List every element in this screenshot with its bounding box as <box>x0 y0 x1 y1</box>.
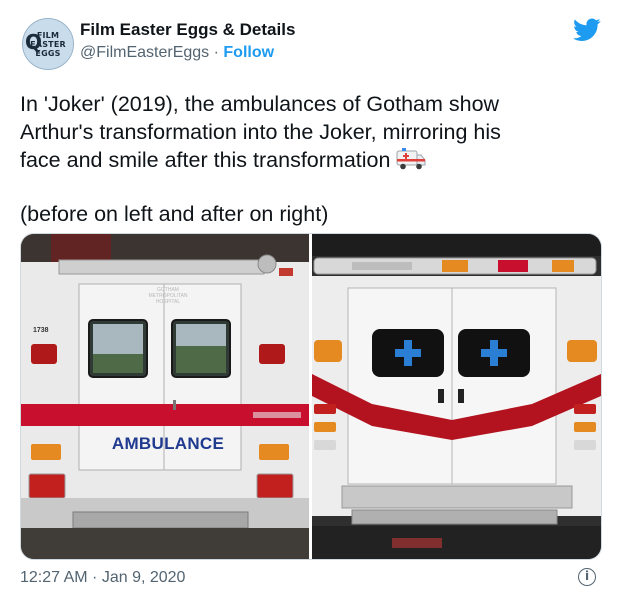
before-ambulance-photo[interactable] <box>21 234 309 559</box>
follow-button[interactable]: Follow <box>223 44 274 61</box>
media-grid: 1738 GOTHAM METROPOLITAN HOSPITAL AMBULA… <box>20 233 602 560</box>
tweet-line-3: face and smile after this transformation <box>20 148 391 172</box>
ambulance-door-label: AMBULANCE <box>111 434 225 453</box>
author-handle[interactable]: @FilmEasterEggs <box>80 44 209 61</box>
after-ambulance-photo[interactable] <box>312 234 601 559</box>
tweet-text: In 'Joker' (2019), the ambulances of Got… <box>20 90 605 228</box>
avatar[interactable]: Q FILM EASTER EGGS <box>22 18 74 70</box>
author-handle-row: @FilmEasterEggs · Follow <box>80 44 274 62</box>
tweet-timestamp[interactable]: 12:27 AM · Jan 9, 2020 <box>20 569 185 587</box>
hospital-text: GOTHAM METROPOLITAN HOSPITAL <box>148 287 188 305</box>
twitter-bird-icon[interactable] <box>573 18 601 42</box>
tweet-line-1: In 'Joker' (2019), the ambulances of Got… <box>20 92 500 116</box>
author-display-name[interactable]: Film Easter Eggs & Details <box>80 20 295 40</box>
tweet-line-3-wrap: face and smile after this transformation <box>20 146 605 174</box>
ambulance-emoji-icon <box>396 148 426 170</box>
tweet-line-2: Arthur's transformation into the Joker, … <box>20 120 501 144</box>
info-icon[interactable]: i <box>578 568 596 586</box>
unit-number: 1738 <box>33 327 49 334</box>
tweet-card: Q FILM EASTER EGGS Film Easter Eggs & De… <box>0 0 620 600</box>
separator: · <box>213 44 219 61</box>
tweet-line-4: (before on left and after on right) <box>20 202 329 226</box>
